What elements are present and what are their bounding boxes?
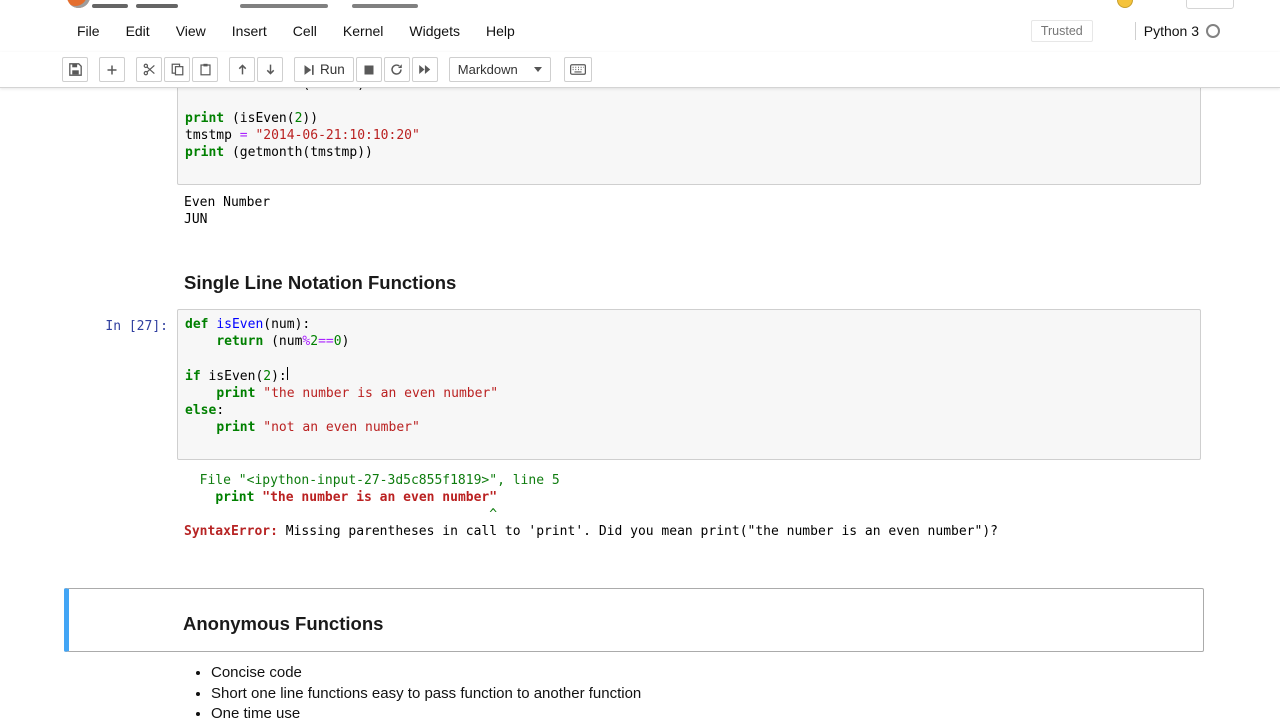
- copy-icon: [171, 63, 183, 76]
- chevron-down-icon: [533, 67, 542, 72]
- markdown-cell-bullets[interactable]: Concise code Short one line functions ea…: [64, 652, 1204, 728]
- output-prompt: [67, 191, 177, 230]
- run-icon: [304, 64, 314, 75]
- divider: [1134, 22, 1136, 40]
- user-avatar: [1117, 0, 1133, 8]
- markdown-prompt: [71, 591, 176, 649]
- menubar-right: Trusted Python 3: [1030, 20, 1220, 42]
- add-cell-button[interactable]: [99, 57, 125, 82]
- save-button[interactable]: [62, 57, 88, 82]
- notebook-area: return (months) print (isEven(2))tmstmp …: [0, 15, 1280, 728]
- restart-run-all-button[interactable]: [411, 57, 438, 82]
- output-line: JUN: [184, 212, 208, 227]
- header-text-fragment: [92, 4, 128, 8]
- kernel-name: Python 3: [1143, 23, 1199, 39]
- restart-kernel-button[interactable]: [383, 57, 410, 82]
- cell-type-select[interactable]: Markdown: [448, 57, 551, 82]
- stop-icon: [364, 65, 374, 74]
- keyboard-icon: [569, 64, 586, 75]
- selected-markdown-cell[interactable]: Anonymous Functions: [64, 588, 1204, 652]
- markdown-prompt: [67, 236, 177, 303]
- bullet-item: Short one line functions easy to pass fu…: [211, 684, 1201, 705]
- kernel-idle-icon: [1206, 24, 1220, 38]
- autosave-status-fragment: [352, 4, 418, 8]
- menu-view[interactable]: View: [163, 16, 219, 46]
- move-down-icon: [266, 64, 274, 75]
- notebook-title-fragment: [240, 4, 328, 8]
- move-cell-down-button[interactable]: [257, 57, 283, 82]
- cut-icon: [143, 63, 155, 76]
- header-text-fragment: [136, 4, 178, 8]
- site-header-strip: [0, 0, 1280, 10]
- output-prompt: [67, 466, 177, 542]
- input-prompt: In [27]:: [105, 319, 168, 334]
- markdown-content: Concise code Short one line functions ea…: [177, 655, 1201, 725]
- menu-help[interactable]: Help: [473, 16, 528, 46]
- code-cell-27: In [27]: def isEven(num): return (num%2=…: [64, 306, 1204, 463]
- bullet-item: Concise code: [211, 663, 1201, 684]
- menu-widgets[interactable]: Widgets: [396, 16, 473, 46]
- add-cell-icon: [107, 65, 117, 74]
- menu-cell[interactable]: Cell: [280, 16, 330, 46]
- run-button[interactable]: Run: [294, 57, 354, 82]
- section-heading: Single Line Notation Functions: [184, 272, 457, 293]
- move-up-icon: [238, 64, 246, 75]
- paste-cell-button[interactable]: [192, 57, 218, 82]
- jupyter-logo[interactable]: [67, 0, 90, 8]
- logout-button[interactable]: [1186, 0, 1234, 9]
- markdown-content: Single Line Notation Functions: [177, 236, 1201, 303]
- menu-kernel[interactable]: Kernel: [330, 16, 396, 46]
- trusted-badge[interactable]: Trusted: [1030, 20, 1093, 42]
- menu-file[interactable]: File: [64, 16, 113, 46]
- bullet-item: One time use: [211, 704, 1201, 725]
- menu-edit[interactable]: Edit: [113, 16, 163, 46]
- restart-run-all-icon: [419, 65, 431, 74]
- markdown-prompt: [67, 655, 177, 725]
- error-traceback: File "<ipython-input-27-3d5c855f1819>", …: [184, 473, 998, 539]
- move-cell-up-button[interactable]: [229, 57, 255, 82]
- bullet-list: Concise code Short one line functions ea…: [184, 663, 1201, 725]
- code-editor[interactable]: def isEven(num): return (num%2==0) if is…: [177, 309, 1201, 460]
- interrupt-kernel-button[interactable]: [355, 57, 382, 82]
- markdown-content: Anonymous Functions: [176, 591, 1201, 649]
- run-label: Run: [320, 62, 345, 77]
- save-icon: [68, 63, 82, 76]
- command-palette-button[interactable]: [563, 57, 592, 82]
- copy-cell-button[interactable]: [164, 57, 190, 82]
- menu-insert[interactable]: Insert: [219, 16, 280, 46]
- output-text: Even Number JUN: [177, 191, 1201, 230]
- error-output-area: File "<ipython-input-27-3d5c855f1819>", …: [64, 463, 1204, 545]
- restart-icon: [391, 64, 403, 75]
- output-line: Even Number: [184, 195, 271, 210]
- section-heading: Anonymous Functions: [183, 613, 384, 634]
- toolbar: Run Markdown: [0, 52, 1280, 88]
- menu-bar: File Edit View Insert Cell Kernel Widget…: [0, 10, 1280, 52]
- markdown-cell-single-line[interactable]: Single Line Notation Functions: [64, 233, 1204, 306]
- cell-type-value: Markdown: [457, 62, 518, 77]
- output-area: Even Number JUN: [64, 188, 1204, 233]
- paste-icon: [199, 63, 211, 76]
- cut-cell-button[interactable]: [136, 57, 162, 82]
